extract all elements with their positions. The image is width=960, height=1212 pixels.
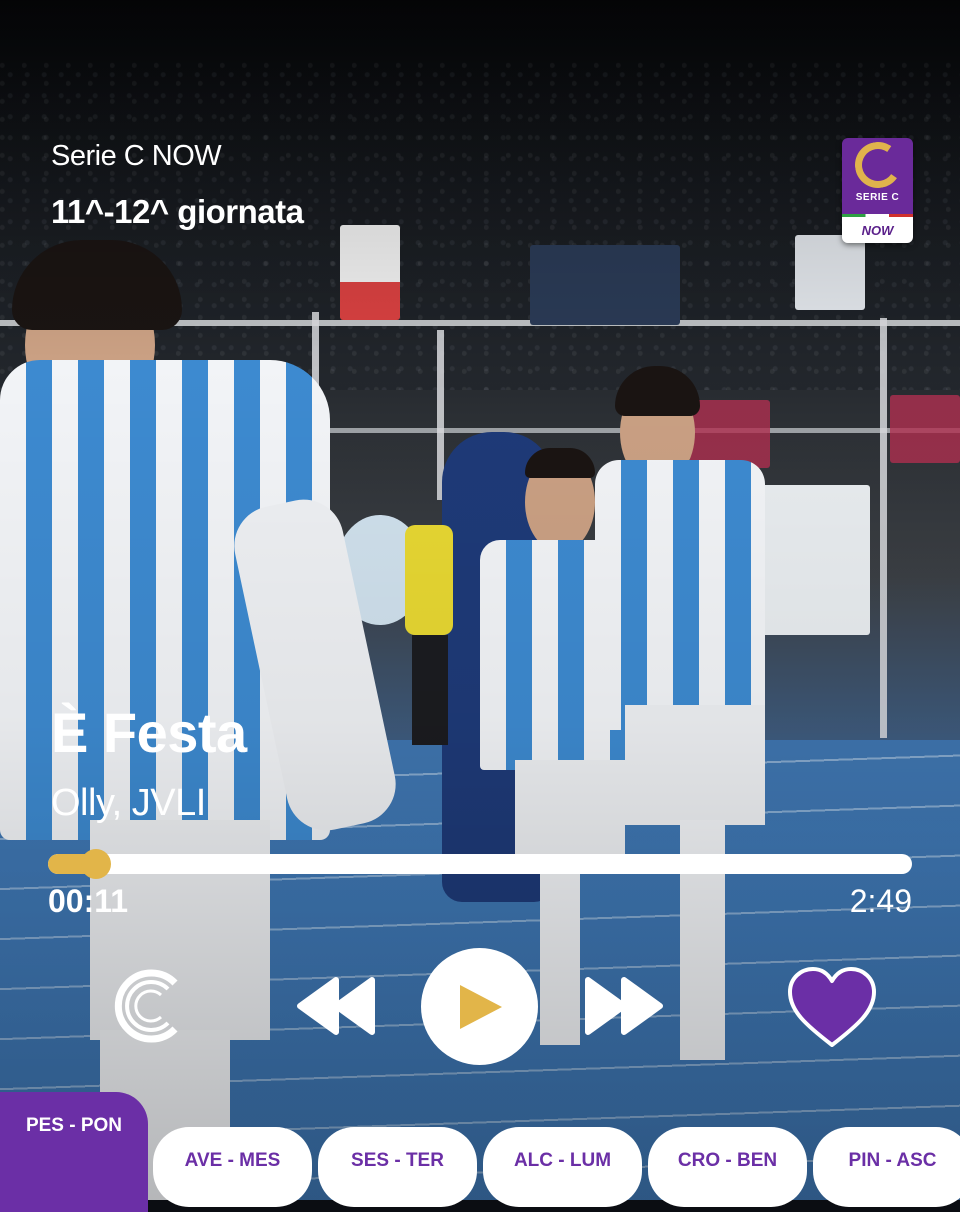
app-name: Serie C NOW — [51, 140, 222, 172]
serie-c-now-logo: SERIE C NOW — [842, 138, 913, 243]
song-title: È Festa — [51, 701, 247, 764]
fast-forward-icon — [585, 977, 663, 1035]
logo-label: SERIE C — [855, 192, 900, 203]
rewind-button[interactable] — [296, 976, 378, 1036]
play-icon — [459, 984, 502, 1029]
like-button[interactable] — [786, 965, 878, 1051]
brand-logo-icon — [114, 969, 178, 1043]
progress-bar[interactable] — [48, 849, 912, 879]
match-chip[interactable]: PIN - ASC — [813, 1127, 960, 1207]
heart-icon — [788, 967, 876, 1047]
match-chip[interactable]: CRO - BEN — [648, 1127, 807, 1207]
logo-emblem: SERIE C — [842, 138, 913, 214]
match-chip[interactable]: SES - TER — [318, 1127, 477, 1207]
logo-sub-label: NOW — [842, 217, 913, 243]
play-button[interactable] — [421, 948, 538, 1065]
progress-knob[interactable] — [80, 849, 111, 879]
current-time: 00:11 — [48, 883, 129, 919]
match-selector: PES - PON AVE - MES SES - TER ALC - LUM … — [0, 1092, 960, 1212]
rewind-icon — [297, 977, 375, 1035]
match-chip-active[interactable]: PES - PON — [0, 1092, 148, 1212]
fast-forward-button[interactable] — [582, 976, 664, 1036]
serie-c-logo-icon — [850, 138, 905, 192]
song-artist: Olly, JVLI — [51, 782, 206, 824]
total-time: 2:49 — [849, 883, 912, 919]
match-chip[interactable]: ALC - LUM — [483, 1127, 642, 1207]
match-chip[interactable]: AVE - MES — [153, 1127, 312, 1207]
round-title: 11^-12^ giornata — [51, 193, 304, 230]
